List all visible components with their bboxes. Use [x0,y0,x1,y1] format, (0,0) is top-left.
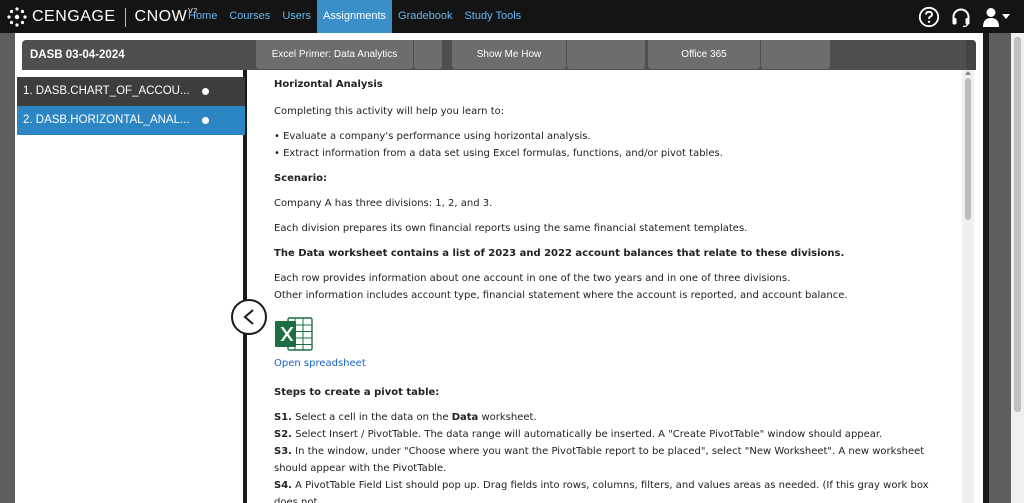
step-item: S4. A PivotTable Field List should pop u… [274,477,954,503]
nav-home[interactable]: Home [182,0,223,33]
data-heading: The Data worksheet contains a list of 20… [274,248,845,259]
step-text: Select Insert / PivotTable. The data ran… [291,429,883,440]
top-right-icons [918,5,1010,29]
bullet-item: • Evaluate a company's performance using… [274,131,591,142]
excel-icon[interactable] [274,316,314,352]
step-text: worksheet. [478,412,537,423]
steps-heading: Steps to create a pivot table: [274,387,440,398]
sidebar-item-label: 1. DASB.CHART_OF_ACCOU... [23,85,190,97]
question-sidebar: 1. DASB.CHART_OF_ACCOU... 2. DASB.HORIZO… [15,70,247,503]
data-description: Other information includes account type,… [274,290,848,301]
step-text-bold: Data [451,412,479,423]
step-text: A PivotTable Field List should pop up. D… [274,480,929,503]
content-scrollbar[interactable] [962,70,974,503]
chevron-left-icon [243,309,254,325]
scenario-text: Each division prepares its own financial… [274,223,748,234]
tab-spacer [567,40,645,69]
assignment-frame: DASB 03-04-2024 Excel Primer: Data Analy… [15,33,983,503]
nav-study-tools[interactable]: Study Tools [458,0,527,33]
step-item: S2. Select Insert / PivotTable. The data… [274,426,954,443]
sidebar-item-horizontal-analysis[interactable]: 2. DASB.HORIZONTAL_ANAL... [17,106,245,135]
content-scrollbar-thumb[interactable] [965,78,971,220]
top-nav-bar: CENGAGE CNOWV2 Home Courses Users Assign… [0,0,1024,33]
collapse-sidebar-button[interactable] [231,299,267,335]
bullet-item: • Extract information from a data set us… [274,148,723,159]
page-scrollbar[interactable] [1011,33,1024,503]
step-label: S2. [274,429,292,440]
frame-edge [983,33,989,503]
intro-text: Completing this activity will help you l… [274,106,505,117]
scenario-text: Company A has three divisions: 1, 2, and… [274,198,493,209]
product-name-text: CNOW [134,8,188,25]
logo-divider [124,7,126,27]
sidebar-item-label: 2. DASB.HORIZONTAL_ANAL... [23,114,190,126]
nav-gradebook[interactable]: Gradebook [392,0,458,33]
step-text: In the window, under "Choose where you w… [274,446,925,474]
step-label: S3. [274,446,292,457]
activity-title: Horizontal Analysis [274,79,383,90]
assignment-header: DASB 03-04-2024 Excel Primer: Data Analy… [22,40,976,70]
scenario-heading: Scenario: [274,173,328,184]
status-dot [202,88,209,95]
step-label: S4. [274,480,292,491]
brand-name: CENGAGE [32,8,116,25]
headset-icon[interactable] [950,6,972,28]
data-description: Each row provides information about one … [274,273,791,284]
tab-office-365[interactable]: Office 365 [648,40,760,69]
help-icon[interactable] [918,6,940,28]
cengage-logo-icon [7,7,27,27]
step-item: S1. Select a cell in the data on the Dat… [274,409,954,426]
scroll-up-icon[interactable] [965,71,971,75]
sidebar-item-chart-of-accounts[interactable]: 1. DASB.CHART_OF_ACCOU... [17,77,245,106]
chevron-down-icon [1002,14,1010,19]
user-menu[interactable] [982,6,1010,28]
cengage-logo[interactable]: CENGAGE CNOWV2 [6,6,198,28]
assignment-title: DASB 03-04-2024 [30,49,125,61]
tab-show-me-how[interactable]: Show Me How [452,40,566,69]
nav-courses[interactable]: Courses [223,0,276,33]
step-label: S1. [274,412,292,423]
open-spreadsheet-link[interactable]: Open spreadsheet [274,355,954,372]
status-dot [202,117,209,124]
user-icon [983,8,999,27]
activity-content: Horizontal Analysis Completing this acti… [251,70,962,503]
header-cap [966,40,976,70]
main-nav: Home Courses Users Assignments Gradebook… [182,0,527,33]
tab-spacer [414,40,442,69]
step-item: S3. In the window, under "Choose where y… [274,443,954,477]
page-scrollbar-thumb[interactable] [1014,37,1021,412]
nav-assignments[interactable]: Assignments [317,0,393,33]
step-text: Select a cell in the data on the [291,412,452,423]
tab-excel-primer[interactable]: Excel Primer: Data Analytics [256,40,413,69]
tab-spacer [761,40,830,69]
nav-users[interactable]: Users [276,0,317,33]
